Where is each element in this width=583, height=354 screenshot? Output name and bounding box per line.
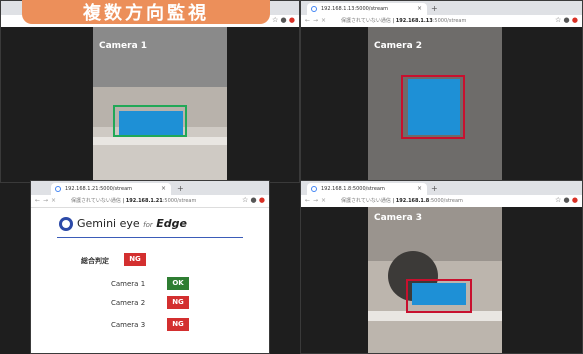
divider (57, 237, 243, 238)
camera-3-feed (368, 207, 502, 353)
new-tab-button[interactable]: + (431, 3, 438, 15)
reload-icon (311, 6, 317, 12)
banner-title: 複数方向監視 (83, 3, 209, 24)
account-icon[interactable]: ● (251, 196, 257, 204)
gemini-brand: Gemini eye for Edge (77, 217, 187, 230)
camera-2-label: Camera 2 (111, 299, 146, 307)
tab-title: 192.168.1.13:5000/stream (321, 6, 389, 12)
nav-buttons[interactable]: ←→× (35, 197, 59, 204)
browser-actions: ☆ ● ● (555, 16, 578, 24)
url-text[interactable]: 保護されていない通信 | 192.168.1.21:5000/stream (71, 197, 196, 204)
close-icon[interactable]: × (161, 183, 166, 195)
star-icon[interactable]: ☆ (242, 196, 248, 204)
camera-2-title: Camera 2 (374, 41, 423, 51)
camera-3-label: Camera 3 (111, 321, 146, 329)
account-icon[interactable]: ● (281, 16, 287, 24)
star-icon[interactable]: ☆ (555, 16, 561, 24)
tab-title: 192.168.1.8:5000/stream (321, 186, 385, 192)
window-camera-2: 192.168.1.13:5000/stream × + ←→× 保護されていない… (300, 0, 583, 183)
browser-tab[interactable]: 192.168.1.21:5000/stream × (51, 183, 171, 195)
window-gemini-eye: 192.168.1.21:5000/stream × + ←→× 保護されていない… (30, 180, 270, 354)
browser-actions: ☆ ● ● (242, 196, 265, 204)
close-icon[interactable]: × (417, 183, 422, 195)
browser-tab[interactable]: 192.168.1.13:5000/stream × (307, 3, 427, 15)
camera-3-title: Camera 3 (374, 213, 423, 223)
account-icon[interactable]: ● (564, 16, 570, 24)
nav-buttons[interactable]: ←→× (305, 197, 329, 204)
camera-3-pane: Camera 3 (301, 207, 582, 353)
tab-bar: 192.168.1.13:5000/stream × + (301, 1, 582, 15)
overall-status-badge: NG (124, 253, 146, 266)
tab-bar: 192.168.1.21:5000/stream × + (31, 181, 269, 195)
detection-box-ng (401, 75, 465, 139)
camera-2-status-badge: NG (167, 296, 189, 309)
camera-1-pane: Camera 1 (1, 27, 299, 182)
camera-2-pane: Camera 2 (301, 27, 582, 182)
camera-1-title: Camera 1 (99, 41, 148, 51)
detection-box-ng (406, 279, 472, 313)
close-icon[interactable]: × (417, 3, 422, 15)
camera-3-status-badge: NG (167, 318, 189, 331)
browser-actions: ☆ ● ● (555, 196, 578, 204)
gemini-logo-icon (59, 217, 73, 231)
reload-icon (55, 186, 61, 192)
star-icon[interactable]: ☆ (272, 16, 278, 24)
new-tab-button[interactable]: + (177, 183, 184, 195)
extension-icon[interactable]: ● (259, 196, 265, 204)
browser-actions: ☆ ● ● (272, 16, 295, 24)
extension-icon[interactable]: ● (572, 196, 578, 204)
account-icon[interactable]: ● (564, 196, 570, 204)
url-text[interactable]: 保護されていない通信 | 192.168.1.8:5000/stream (341, 197, 463, 204)
overall-label: 総合判定 (81, 257, 109, 265)
page-banner: 複数方向監視 (22, 0, 270, 24)
camera-1-status-badge: OK (167, 277, 189, 290)
camera-1-label: Camera 1 (111, 280, 146, 288)
detection-box-ok (113, 105, 187, 137)
url-text[interactable]: 保護されていない通信 | 192.168.1.13:5000/stream (341, 17, 466, 24)
window-camera-3: 192.168.1.8:5000/stream × + ←→× 保護されていない通… (300, 180, 583, 354)
browser-tab[interactable]: 192.168.1.8:5000/stream × (307, 183, 427, 195)
window-camera-1: ☆ ● ● Camera 1 (0, 0, 300, 183)
reload-icon (311, 186, 317, 192)
address-bar[interactable]: ←→× 保護されていない通信 | 192.168.1.21:5000/strea… (31, 195, 269, 208)
extension-icon[interactable]: ● (289, 16, 295, 24)
star-icon[interactable]: ☆ (555, 196, 561, 204)
nav-buttons[interactable]: ←→× (305, 17, 329, 24)
extension-icon[interactable]: ● (572, 16, 578, 24)
new-tab-button[interactable]: + (431, 183, 438, 195)
tab-title: 192.168.1.21:5000/stream (65, 186, 133, 192)
tab-bar: 192.168.1.8:5000/stream × + (301, 181, 582, 195)
